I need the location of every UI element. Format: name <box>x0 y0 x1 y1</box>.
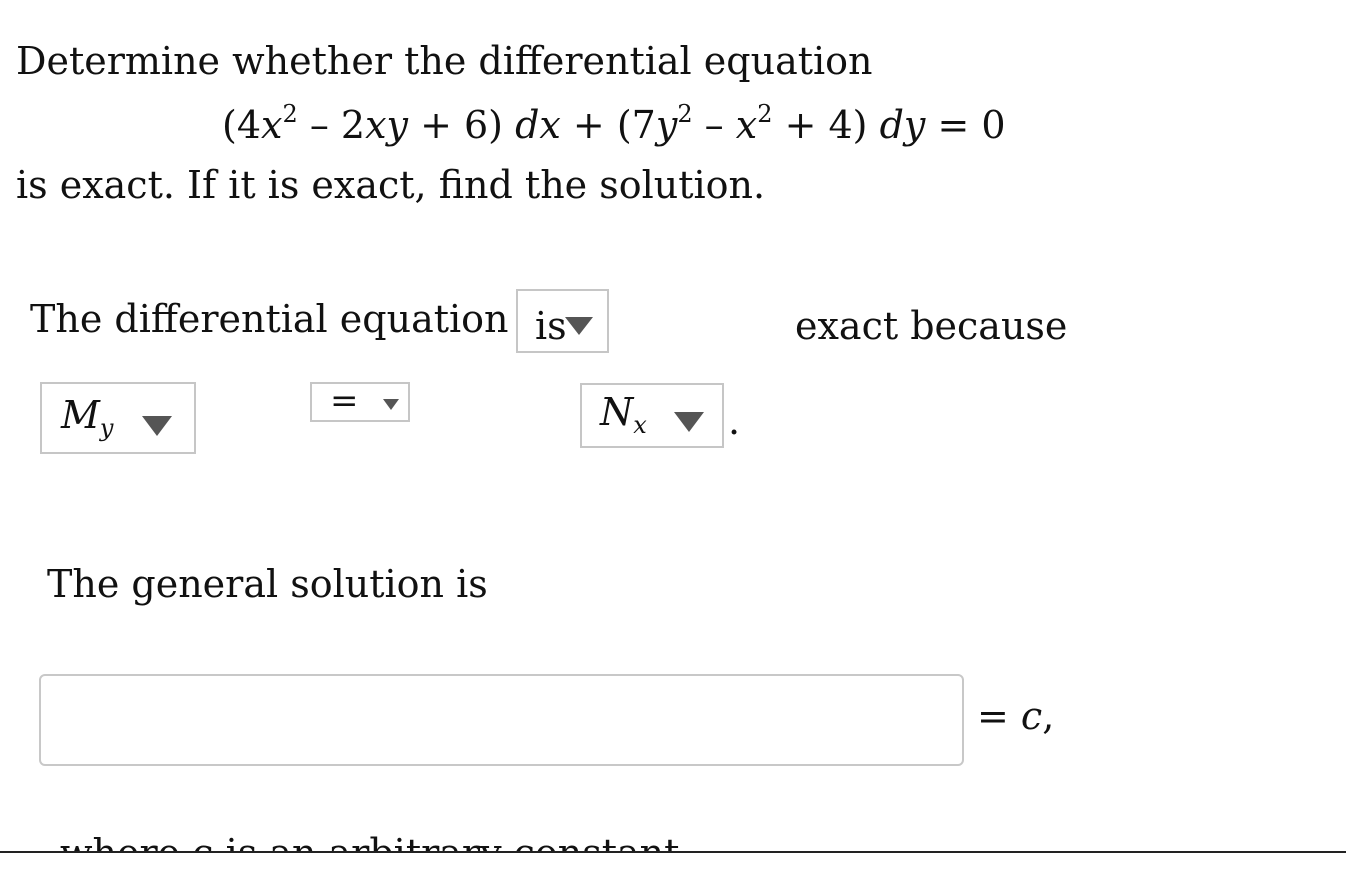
eq-t5: + 4) <box>772 103 880 147</box>
exactness-trail-text: exact because <box>795 304 1068 348</box>
comma: , <box>1042 694 1055 738</box>
nx-dropdown[interactable]: Nx <box>580 383 724 448</box>
eq-t1: – 2 <box>297 103 366 147</box>
relation-dropdown[interactable]: = <box>310 382 410 422</box>
my-sub: y <box>99 414 114 442</box>
c-symbol: c <box>1020 694 1043 738</box>
chevron-down-icon <box>383 399 399 410</box>
bottom-divider <box>0 851 1346 853</box>
nx-base: N <box>600 390 634 434</box>
eq-open1: (4 <box>222 103 262 147</box>
my-base: M <box>61 393 100 437</box>
chevron-down-icon <box>674 412 704 432</box>
eq-sq2: 2 <box>677 100 693 128</box>
exactness-period: . <box>728 399 741 443</box>
eq-dx: dx <box>515 103 561 147</box>
eq-t6: = 0 <box>925 103 1006 147</box>
eq-t2: + 6) <box>407 103 516 147</box>
eq-t3: + (7 <box>560 103 656 147</box>
nx-sub: x <box>633 411 647 439</box>
is-dropdown-value: is <box>535 304 567 348</box>
my-dropdown[interactable]: My <box>40 382 196 454</box>
is-dropdown[interactable]: is <box>516 289 609 353</box>
nx-dropdown-value: Nx <box>600 390 647 437</box>
differential-equation: (4x2 – 2xy + 6) dx + (7y2 – x2 + 4) dy =… <box>222 102 1006 147</box>
solution-footer-text: where c is an arbitrary constant. <box>60 834 692 851</box>
chevron-down-icon <box>142 416 172 436</box>
eq-dy: dy <box>879 103 926 147</box>
my-dropdown-value: My <box>61 393 113 440</box>
problem-intro: Determine whether the differential equat… <box>16 39 873 83</box>
eq-sq3: 2 <box>757 100 773 128</box>
solution-lead-text: The general solution is <box>47 562 488 606</box>
problem-outro: is exact. If it is exact, find the solut… <box>16 163 766 207</box>
chevron-down-icon <box>565 317 593 335</box>
eq-sq1: 2 <box>282 100 298 128</box>
eq-x2: x <box>735 103 758 147</box>
eq-x1: x <box>261 103 283 147</box>
exactness-lead-text: The differential equation <box>30 297 509 341</box>
eq-y1: y <box>655 103 678 147</box>
equals-c: = c, <box>977 697 1054 735</box>
general-solution-input[interactable] <box>39 674 964 766</box>
eq-xy1: xy <box>365 103 408 147</box>
equals-sign: = <box>977 694 1021 738</box>
relation-dropdown-value: = <box>330 381 359 421</box>
footer-clip: where c is an arbitrary constant. <box>0 820 1346 851</box>
eq-t4: – <box>692 103 736 147</box>
